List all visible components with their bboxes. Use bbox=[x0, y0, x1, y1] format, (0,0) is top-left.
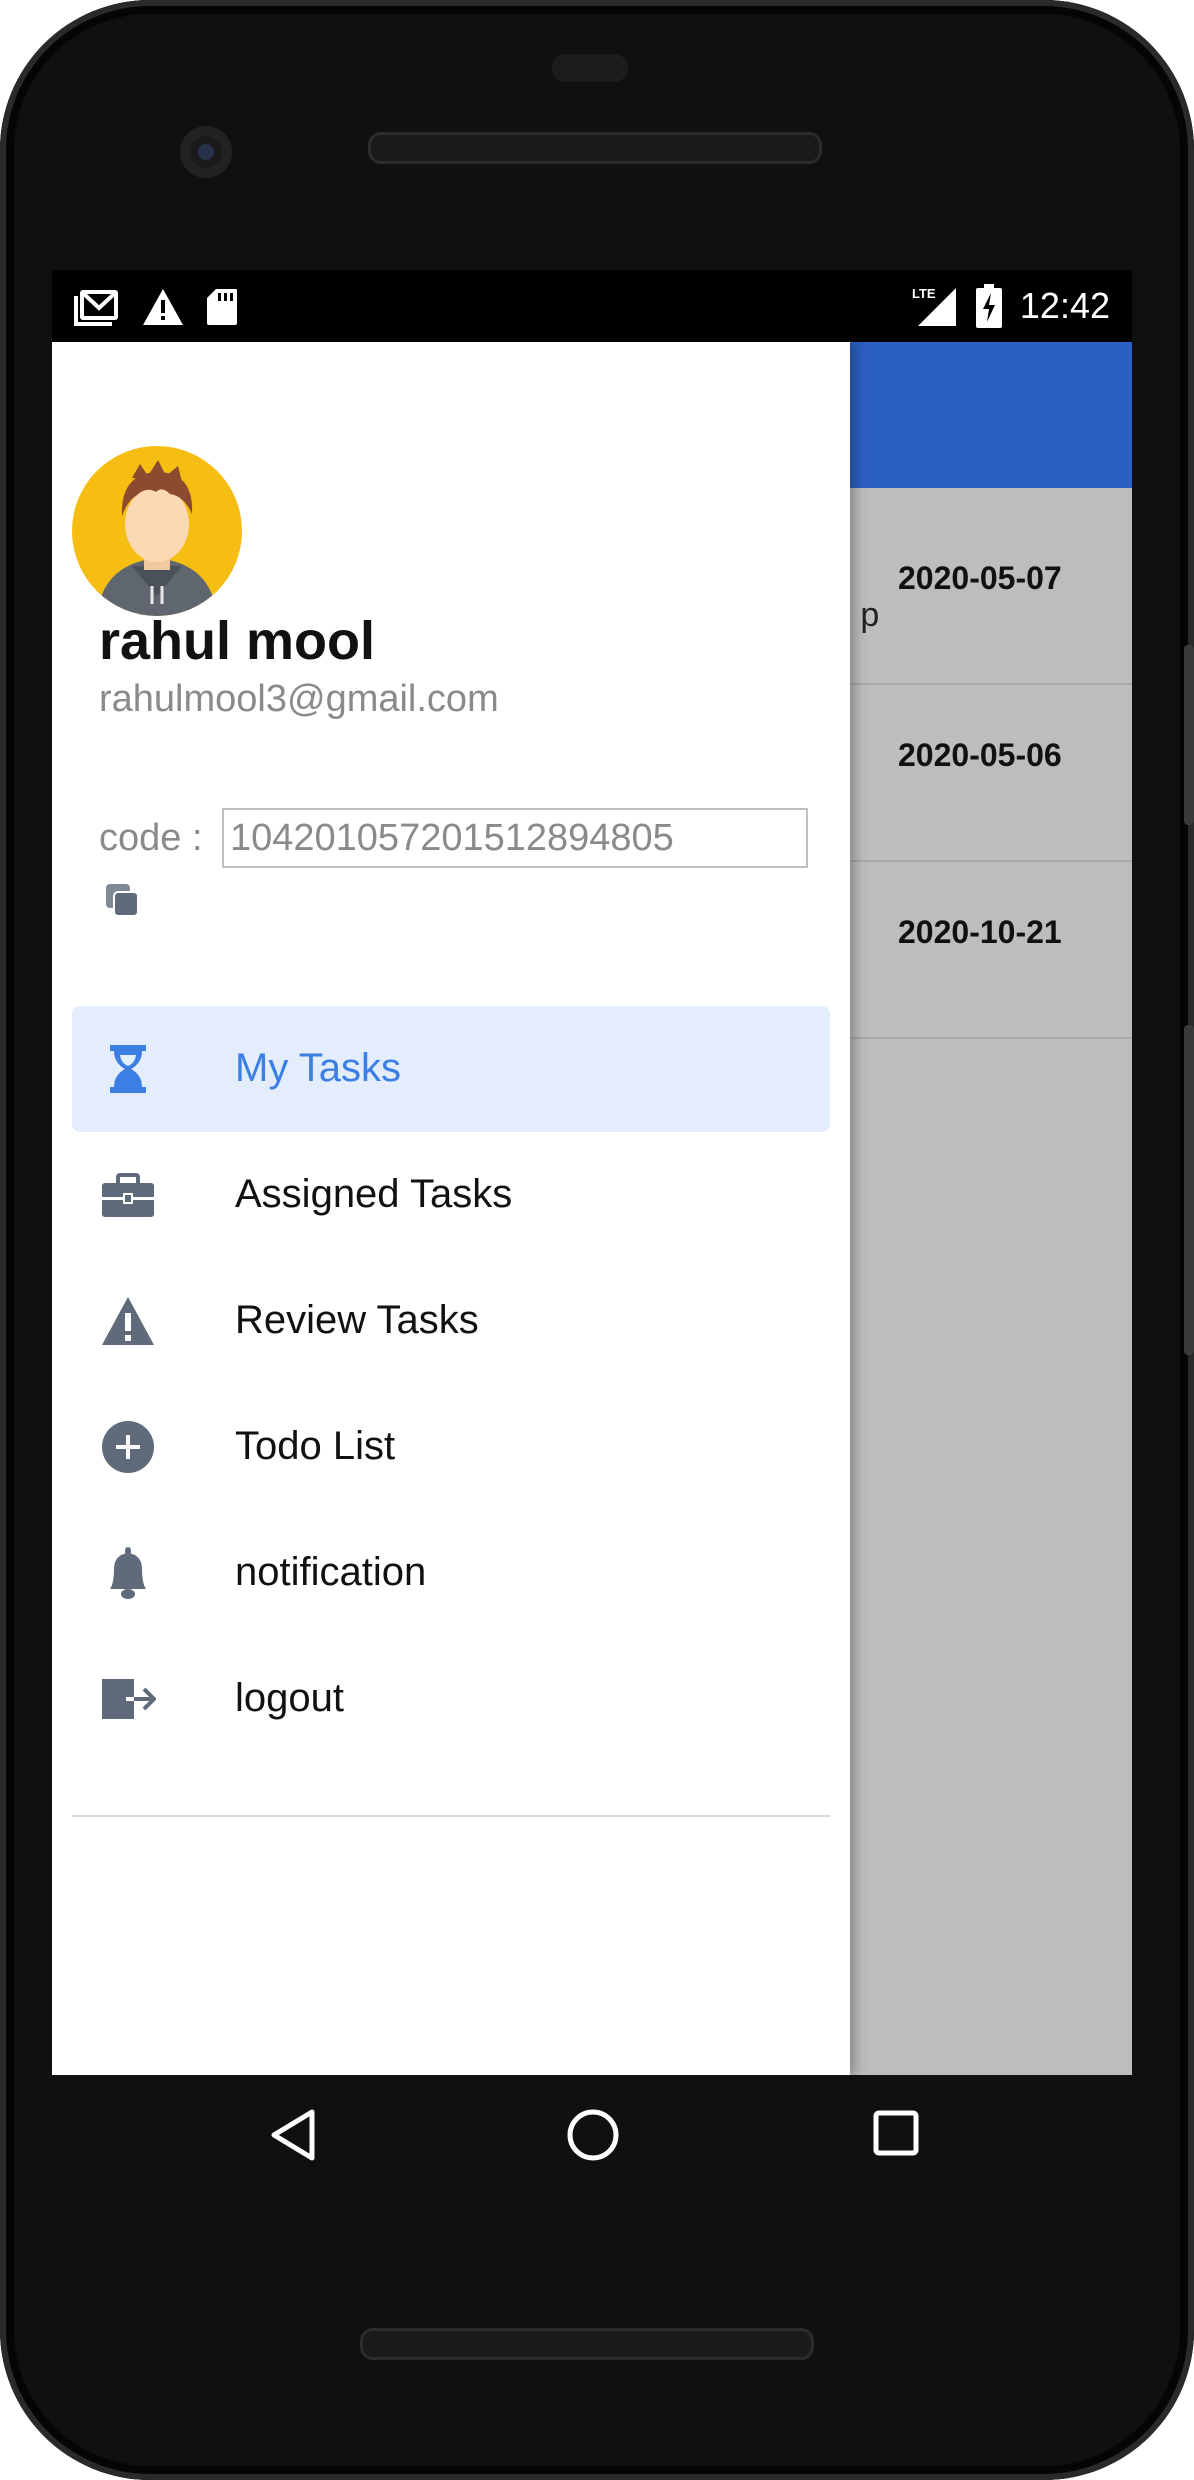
avatar-illustration bbox=[97, 460, 217, 616]
back-icon[interactable] bbox=[268, 2108, 318, 2162]
power-button bbox=[1184, 645, 1194, 825]
navigation-drawer: rahul mool rahulmool3@gmail.com code : M… bbox=[52, 342, 850, 2075]
menu-item-todo-list[interactable]: Todo List bbox=[72, 1384, 830, 1510]
menu-label: Todo List bbox=[235, 1424, 396, 1468]
screen: LTE 12:42 2020-05-07 0 p 2020-05-06 2020… bbox=[52, 270, 1132, 2075]
menu-label: logout bbox=[235, 1676, 344, 1720]
task-date: 2020-05-07 bbox=[898, 560, 1062, 596]
menu-label: notification bbox=[235, 1550, 427, 1594]
bell-icon bbox=[110, 1547, 146, 1599]
svg-text:LTE: LTE bbox=[912, 286, 936, 301]
task-date: 2020-10-21 bbox=[898, 914, 1062, 950]
copy-icon[interactable] bbox=[104, 882, 140, 918]
menu-label: My Tasks bbox=[235, 1046, 401, 1090]
avatar bbox=[72, 446, 242, 616]
menu-label: Assigned Tasks bbox=[235, 1172, 513, 1216]
add-circle-icon bbox=[102, 1421, 154, 1473]
home-icon[interactable] bbox=[566, 2108, 620, 2162]
recents-icon[interactable] bbox=[873, 2110, 919, 2156]
phone-frame: LTE 12:42 2020-05-07 0 p 2020-05-06 2020… bbox=[0, 0, 1194, 2480]
menu-label: Review Tasks bbox=[235, 1298, 479, 1342]
bottom-speaker bbox=[360, 2328, 814, 2360]
top-speaker bbox=[368, 132, 822, 164]
status-time: 12:42 bbox=[1019, 285, 1110, 326]
sd-card-icon bbox=[207, 289, 237, 325]
menu-item-logout[interactable]: logout bbox=[72, 1636, 830, 1762]
logout-icon bbox=[102, 1679, 156, 1719]
earpiece bbox=[552, 54, 628, 82]
code-label: code : bbox=[99, 817, 203, 859]
code-field[interactable] bbox=[222, 808, 808, 868]
user-name: rahul mool bbox=[99, 611, 376, 671]
task-date: 2020-05-06 bbox=[898, 737, 1062, 773]
drawer-menu: My Tasks Assigned Tasks Review Tasks Tod… bbox=[72, 1006, 830, 1762]
menu-item-notification[interactable]: notification bbox=[72, 1510, 830, 1636]
status-right: LTE 12:42 bbox=[912, 284, 1110, 328]
status-left-icons bbox=[74, 288, 238, 326]
front-camera bbox=[180, 126, 232, 178]
battery-charging-icon bbox=[975, 284, 1002, 328]
volume-buttons bbox=[1184, 1025, 1194, 1355]
warning-icon bbox=[143, 289, 183, 325]
menu-item-review-tasks[interactable]: Review Tasks bbox=[72, 1258, 830, 1384]
drawer-divider bbox=[72, 1815, 830, 1817]
status-bar: LTE 12:42 bbox=[52, 270, 1132, 342]
briefcase-icon bbox=[102, 1173, 154, 1217]
menu-item-assigned-tasks[interactable]: Assigned Tasks bbox=[72, 1132, 830, 1258]
lte-signal-icon: LTE bbox=[912, 286, 956, 326]
menu-item-my-tasks[interactable]: My Tasks bbox=[72, 1006, 830, 1132]
gmail-icon bbox=[74, 290, 118, 326]
app-background: 2020-05-07 0 p 2020-05-06 2020-10-21 rah… bbox=[52, 342, 1132, 2075]
hourglass-icon bbox=[110, 1045, 146, 1093]
warning-icon bbox=[102, 1297, 154, 1345]
user-email: rahulmool3@gmail.com bbox=[99, 678, 499, 720]
